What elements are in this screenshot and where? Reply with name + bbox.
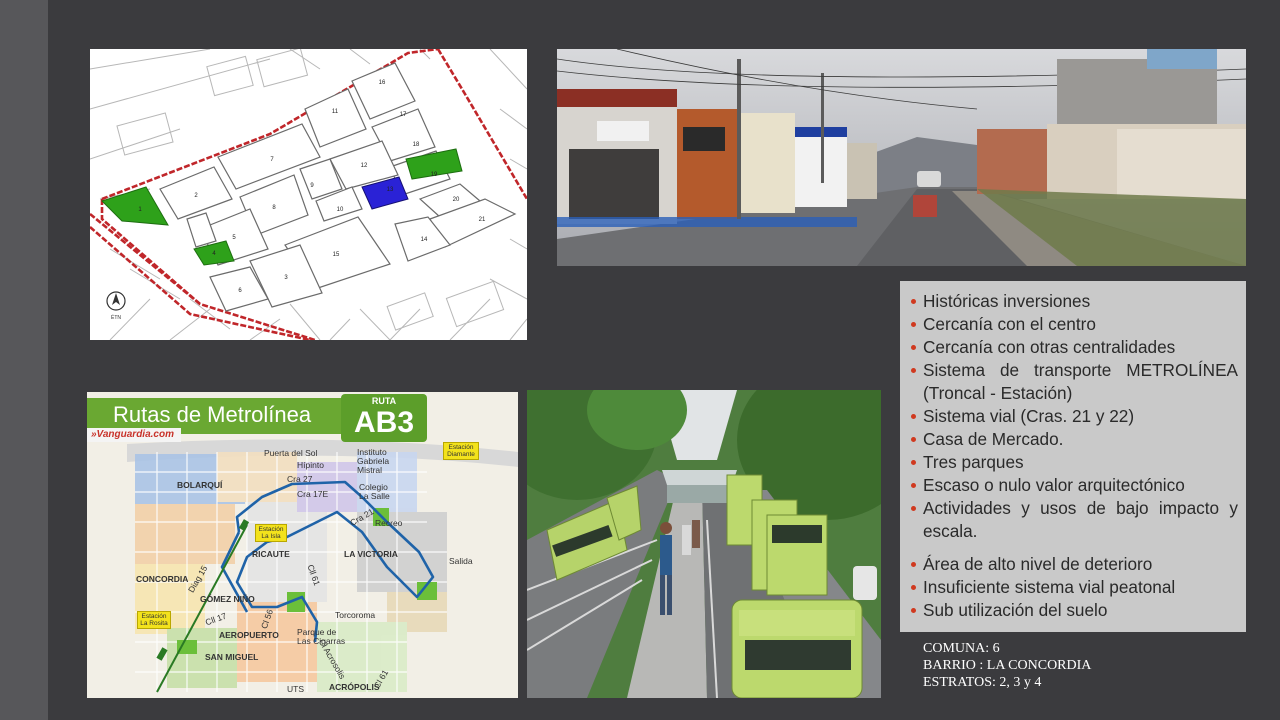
list-item: Tres parques xyxy=(908,451,1238,474)
list-item: Sub utilización del suelo xyxy=(908,599,1238,622)
street-photo-drawing xyxy=(557,49,1246,266)
svg-text:14: 14 xyxy=(421,237,428,243)
map-label: CONCORDIA xyxy=(136,574,189,584)
map-label: GÓMEZ NIÑO xyxy=(200,594,255,604)
characteristics-list: Históricas inversiones Cercanía con el c… xyxy=(908,290,1238,622)
svg-text:19: 19 xyxy=(431,172,438,178)
route-badge-label: RUTA xyxy=(371,396,397,406)
svg-text:17: 17 xyxy=(400,112,407,118)
route-map-header: Rutas de Metrolínea RUTA AB3 »Vanguardia… xyxy=(87,392,518,444)
map-label: Salida xyxy=(449,556,473,566)
list-item: Casa de Mercado. xyxy=(908,428,1238,451)
list-item: Área de alto nivel de deterioro xyxy=(908,553,1238,576)
source-logo: »Vanguardia.com xyxy=(87,428,181,442)
svg-text:20: 20 xyxy=(453,197,460,203)
svg-text:10: 10 xyxy=(337,207,344,213)
list-item: Sistema de transporte METROLÍNEA (Tronca… xyxy=(908,359,1238,405)
svg-text:18: 18 xyxy=(413,142,420,148)
block-map-drawing: 161711 181912 729 8 1020 211415 3513 146 … xyxy=(90,49,527,340)
map-label: Recreo xyxy=(375,518,403,528)
map-label: AEROPUERTO xyxy=(219,630,279,640)
list-item: Insuficiente sistema vial peatonal xyxy=(908,576,1238,599)
map-label: Puerta del Sol xyxy=(264,448,318,458)
station-tag: Estación La Rosita xyxy=(137,611,171,629)
map-label: RICAUTE xyxy=(252,549,290,559)
metrolinea-route-map: Rutas de Metrolínea RUTA AB3 »Vanguardia… xyxy=(87,392,518,698)
station-tag: Estación Diamante xyxy=(443,442,479,460)
neighborhood-block-map: 16 17 11 18 19 12 729 8 10 20 21 14 15 3 5 13 146 … xyxy=(90,49,527,340)
list-item: Cercanía con el centro xyxy=(908,313,1238,336)
station-tag: Estación La Isla xyxy=(255,524,287,542)
list-item: Históricas inversiones xyxy=(908,290,1238,313)
svg-text:13: 13 xyxy=(387,187,394,193)
map-label: SAN MIGUEL xyxy=(205,652,259,662)
svg-text:15: 15 xyxy=(333,252,340,258)
map-label: Torcoroma xyxy=(335,610,376,620)
svg-text:21: 21 xyxy=(479,217,486,223)
list-item: Escaso o nulo valor arquitectónico xyxy=(908,474,1238,497)
neighborhood-caption: COMUNA: 6 BARRIO : LA CONCORDIA ESTRATOS… xyxy=(923,640,1091,691)
route-map-title: Rutas de Metrolínea xyxy=(113,402,312,427)
svg-text:16: 16 xyxy=(379,80,386,86)
list-item: Sistema vial (Cras. 21 y 22) xyxy=(908,405,1238,428)
map-label: Cra 27 xyxy=(287,474,313,484)
map-label: UTS xyxy=(287,684,304,694)
map-label: BOLARQUÍ xyxy=(177,480,223,490)
svg-text:ÉTN: ÉTN xyxy=(111,314,121,321)
map-label: Colegio La Salle xyxy=(359,482,390,501)
metrolinea-station-photo xyxy=(527,390,881,698)
map-label: Cra 17E xyxy=(297,489,329,499)
list-item: Actividades y usos de bajo impacto y esc… xyxy=(908,497,1238,543)
street-photo xyxy=(557,49,1246,266)
route-badge: RUTA AB3 xyxy=(341,394,427,442)
characteristics-list-box: Históricas inversiones Cercanía con el c… xyxy=(900,281,1246,632)
map-label: Instituto Gabriela Mistral xyxy=(357,447,390,475)
left-side-strip xyxy=(0,0,48,720)
svg-text:11: 11 xyxy=(332,109,339,115)
map-label: LA VICTORIA xyxy=(344,549,398,559)
svg-text:12: 12 xyxy=(361,163,368,169)
station-photo-drawing xyxy=(527,390,881,698)
route-code: AB3 xyxy=(353,406,414,439)
map-label: Hípinto xyxy=(297,460,324,470)
list-item: Cercanía con otras centralidades xyxy=(908,336,1238,359)
barrio-text: BARRIO : LA CONCORDIA xyxy=(923,658,1092,673)
comuna-text: COMUNA: 6 xyxy=(923,641,1000,656)
estratos-text: ESTRATOS: 2, 3 y 4 xyxy=(923,675,1042,690)
